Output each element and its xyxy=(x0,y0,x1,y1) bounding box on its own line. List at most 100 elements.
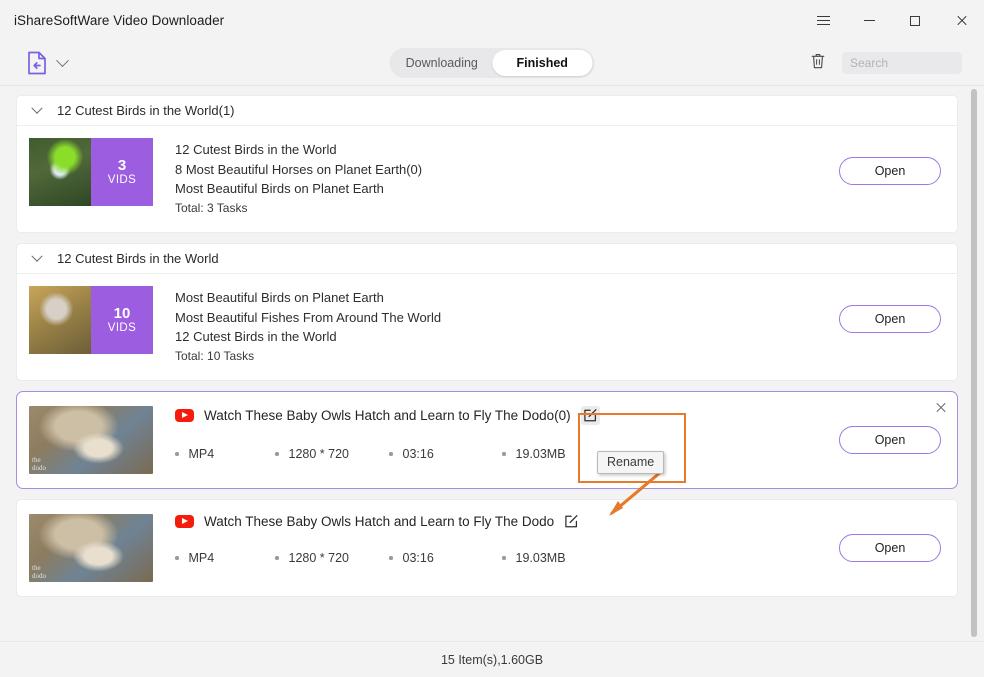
task-title: Watch These Baby Owls Hatch and Learn to… xyxy=(204,514,555,529)
task-meta: MP4 1280 * 720 03:16 19.03MB xyxy=(175,447,839,461)
scrollbar-thumb[interactable] xyxy=(971,89,977,637)
task-list: 12 Cutest Birds in the World(1) 3 VIDS 1… xyxy=(0,95,984,641)
group-total: Total: 3 Tasks xyxy=(175,200,248,215)
group-line: Most Beautiful Birds on Planet Earth xyxy=(175,290,384,305)
menu-icon xyxy=(816,16,830,25)
task-thumbnail xyxy=(29,514,153,582)
trash-icon[interactable] xyxy=(810,52,826,75)
meta-format-value: MP4 xyxy=(188,447,215,461)
group-line: Most Beautiful Birds on Planet Earth xyxy=(175,181,384,196)
open-button[interactable]: Open xyxy=(839,305,941,333)
search-placeholder: Search xyxy=(850,56,889,70)
content-area: 12 Cutest Birds in the World(1) 3 VIDS 1… xyxy=(0,86,984,641)
thumbnail-image xyxy=(29,138,91,206)
toolbar-right: Search xyxy=(810,52,962,75)
close-icon[interactable] xyxy=(935,402,946,413)
meta-duration: 03:16 xyxy=(389,447,502,461)
bullet-icon xyxy=(389,452,393,456)
bullet-icon xyxy=(502,452,506,456)
group-title: 12 Cutest Birds in the World xyxy=(57,251,219,266)
close-button[interactable] xyxy=(938,0,984,41)
bullet-icon xyxy=(389,556,393,560)
group-total: Total: 10 Tasks xyxy=(175,348,255,363)
meta-size-value: 19.03MB xyxy=(515,447,566,461)
youtube-icon xyxy=(175,515,194,528)
tab-finished[interactable]: Finished xyxy=(492,50,593,76)
bullet-icon xyxy=(275,452,279,456)
task-title-row: Watch These Baby Owls Hatch and Learn to… xyxy=(175,514,839,529)
minimize-button[interactable] xyxy=(846,0,892,41)
group-card[interactable]: 12 Cutest Birds in the World(1) 3 VIDS 1… xyxy=(16,95,958,233)
minimize-icon xyxy=(863,20,875,21)
meta-resolution: 1280 * 720 xyxy=(275,447,389,461)
task-meta: MP4 1280 * 720 03:16 19.03MB xyxy=(175,551,839,565)
video-count-badge: 3 VIDS xyxy=(91,138,153,206)
rename-tooltip: Rename xyxy=(597,451,665,474)
group-text: 12 Cutest Birds in the World 8 Most Beau… xyxy=(153,138,422,218)
file-import-icon[interactable] xyxy=(26,51,48,75)
group-card[interactable]: 12 Cutest Birds in the World 10 VIDS Mos… xyxy=(16,243,958,381)
video-count-unit: VIDS xyxy=(107,322,137,334)
status-summary: 15 Item(s),1.60GB xyxy=(440,652,544,667)
toolbar: Downloading Finished Search xyxy=(0,41,984,86)
open-button[interactable]: Open xyxy=(839,426,941,454)
meta-format: MP4 xyxy=(175,551,275,565)
status-bar: 15 Item(s),1.60GB xyxy=(0,641,984,677)
menu-button[interactable] xyxy=(800,0,846,41)
meta-duration: 03:16 xyxy=(389,551,502,565)
task-actions: Open xyxy=(839,534,941,562)
open-button[interactable]: Open xyxy=(839,157,941,185)
chevron-down-icon[interactable] xyxy=(31,102,43,114)
group-body: 10 VIDS Most Beautiful Birds on Planet E… xyxy=(17,274,957,380)
group-text: Most Beautiful Birds on Planet Earth Mos… xyxy=(153,286,441,366)
group-line: 8 Most Beautiful Horses on Planet Earth(… xyxy=(175,161,423,177)
group-title: 12 Cutest Birds in the World(1) xyxy=(57,103,235,118)
bullet-icon xyxy=(502,556,506,560)
youtube-icon xyxy=(175,409,194,422)
meta-resolution: 1280 * 720 xyxy=(275,551,389,565)
task-title-row: Watch These Baby Owls Hatch and Learn to… xyxy=(175,406,839,425)
maximize-icon xyxy=(910,15,920,26)
meta-resolution-value: 1280 * 720 xyxy=(288,447,349,461)
title-bar: iShareSoftWare Video Downloader xyxy=(0,0,984,41)
meta-size-value: 19.03MB xyxy=(515,551,566,565)
task-actions: Open xyxy=(839,426,941,454)
task-title: Watch These Baby Owls Hatch and Learn to… xyxy=(204,408,571,423)
meta-size: 19.03MB xyxy=(502,447,566,461)
task-thumbnail xyxy=(29,406,153,474)
tab-downloading[interactable]: Downloading xyxy=(392,50,493,76)
group-line: 12 Cutest Birds in the World xyxy=(175,142,337,157)
group-line: 12 Cutest Birds in the World xyxy=(175,329,337,344)
group-body: 3 VIDS 12 Cutest Birds in the World 8 Mo… xyxy=(17,126,957,232)
meta-duration-value: 03:16 xyxy=(402,551,434,565)
edit-rename-icon[interactable] xyxy=(580,406,600,425)
vertical-scrollbar[interactable] xyxy=(971,89,977,637)
chevron-down-icon[interactable] xyxy=(56,53,69,67)
meta-duration-value: 03:16 xyxy=(402,447,434,461)
view-tabs: Downloading Finished xyxy=(389,48,595,78)
edit-rename-icon[interactable] xyxy=(564,514,579,529)
video-count-unit: VIDS xyxy=(107,174,137,186)
group-line: Most Beautiful Fishes From Around The Wo… xyxy=(175,309,442,325)
group-thumbnail: 3 VIDS xyxy=(29,138,153,206)
toolbar-left xyxy=(0,51,69,75)
bullet-icon xyxy=(175,556,179,560)
maximize-button[interactable] xyxy=(892,0,938,41)
open-button[interactable]: Open xyxy=(839,534,941,562)
task-main: Watch These Baby Owls Hatch and Learn to… xyxy=(153,514,839,565)
task-row[interactable]: Watch These Baby Owls Hatch and Learn to… xyxy=(16,391,958,489)
task-row[interactable]: Watch These Baby Owls Hatch and Learn to… xyxy=(16,499,958,597)
bullet-icon xyxy=(175,452,179,456)
meta-size: 19.03MB xyxy=(502,551,566,565)
chevron-down-icon[interactable] xyxy=(31,250,43,262)
close-icon xyxy=(956,15,967,26)
group-thumbnail: 10 VIDS xyxy=(29,286,153,354)
meta-format-value: MP4 xyxy=(188,551,215,565)
search-input[interactable]: Search xyxy=(842,52,962,74)
video-count-badge: 10 VIDS xyxy=(91,286,153,354)
window-controls xyxy=(800,0,984,41)
group-header[interactable]: 12 Cutest Birds in the World xyxy=(17,244,957,274)
meta-resolution-value: 1280 * 720 xyxy=(288,551,349,565)
group-header[interactable]: 12 Cutest Birds in the World(1) xyxy=(17,96,957,126)
thumbnail-image xyxy=(29,286,91,354)
